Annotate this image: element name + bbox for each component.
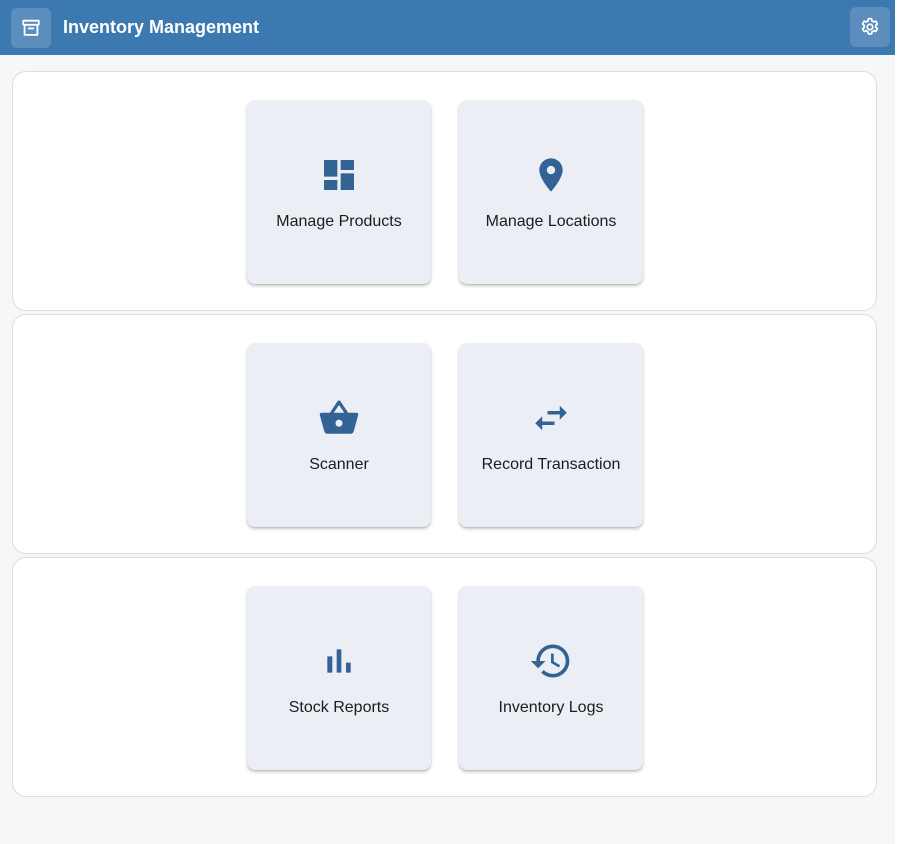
manage-products-tile[interactable]: Manage Products (247, 100, 431, 284)
scanner-label: Scanner (309, 456, 369, 473)
settings-gear-icon (859, 16, 881, 38)
app-frame: Inventory Management Manage Products Man… (0, 0, 895, 844)
record-transaction-tile[interactable]: Record Transaction (459, 343, 643, 527)
bar-chart-icon (317, 639, 361, 683)
app-bar: Inventory Management (0, 0, 895, 55)
app-title: Inventory Management (63, 17, 260, 37)
record-transaction-label: Record Transaction (481, 456, 621, 473)
basket-icon (317, 396, 361, 440)
manage-products-label: Manage Products (276, 213, 402, 230)
stock-reports-label: Stock Reports (288, 699, 390, 716)
manage-locations-label: Manage Locations (485, 213, 617, 230)
inventory-logs-label: Inventory Logs (498, 699, 604, 716)
stock-reports-tile[interactable]: Stock Reports (247, 586, 431, 770)
window-edge (895, 0, 902, 844)
menu-section-1: Manage Products Manage Locations (12, 71, 877, 311)
archive-icon (20, 17, 42, 39)
settings-button[interactable] (850, 7, 890, 47)
menu-section-3: Stock Reports Inventory Logs (12, 557, 877, 797)
swap-arrows-icon (529, 396, 573, 440)
menu-section-2: Scanner Record Transaction (12, 314, 877, 554)
location-pin-icon (529, 153, 573, 197)
dashboard-icon (317, 153, 361, 197)
manage-locations-tile[interactable]: Manage Locations (459, 100, 643, 284)
scanner-tile[interactable]: Scanner (247, 343, 431, 527)
inventory-logs-tile[interactable]: Inventory Logs (459, 586, 643, 770)
history-icon (529, 639, 573, 683)
archive-button[interactable] (11, 7, 51, 48)
